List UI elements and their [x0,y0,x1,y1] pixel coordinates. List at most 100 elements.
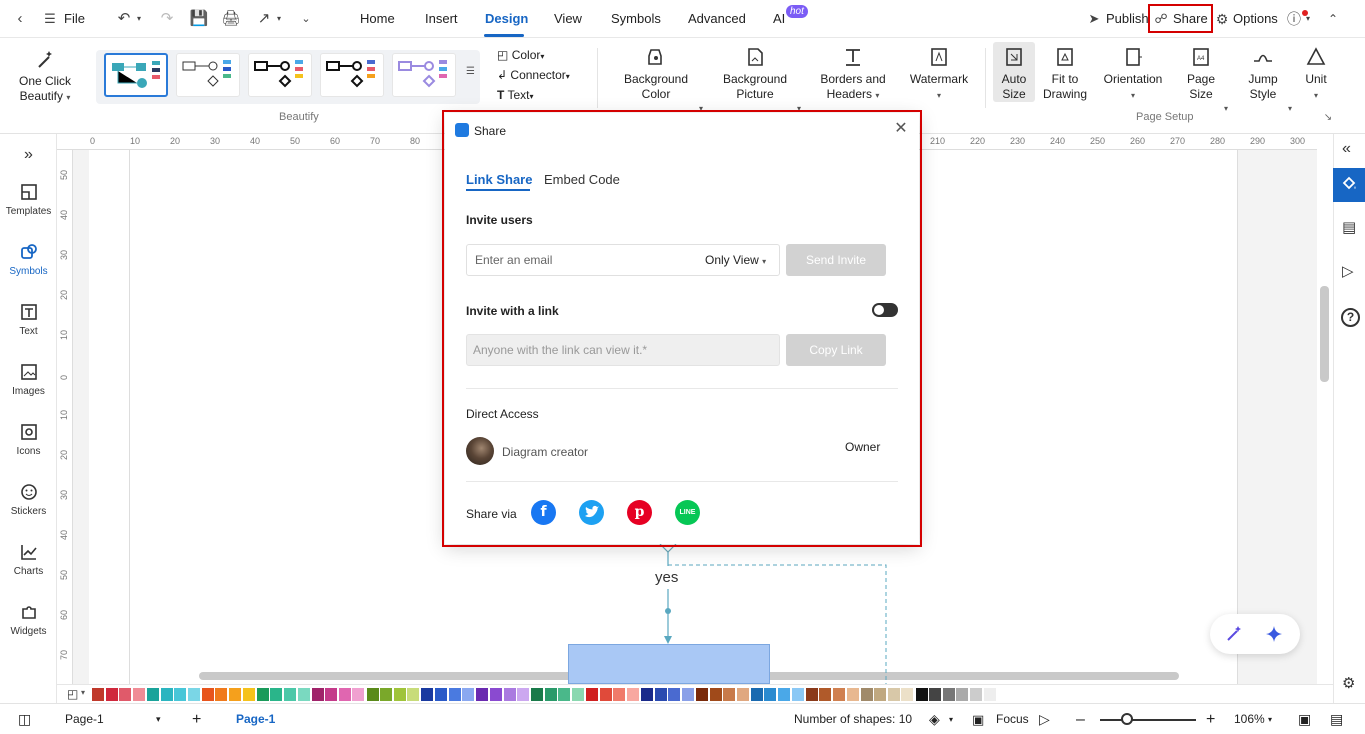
color-swatch[interactable] [586,688,599,701]
publish-button[interactable]: Publish [1106,0,1149,38]
color-swatch[interactable] [366,688,379,701]
print-icon[interactable]: 🖨 [220,0,242,38]
tab-symbols[interactable]: Symbols [611,0,661,38]
flowchart-yes-label[interactable]: yes [655,569,678,586]
page-properties-icon[interactable]: ▤ [1342,218,1356,236]
color-swatch[interactable] [599,688,612,701]
undo-dropdown-icon[interactable]: ▾ [134,0,144,38]
color-swatch[interactable] [270,688,283,701]
sidebar-item-text[interactable]: Text [0,302,57,337]
fill-dropdown-icon[interactable]: ▾ [81,688,85,697]
color-swatch[interactable] [984,688,996,701]
color-swatch[interactable] [187,688,200,701]
text-dropdown[interactable]: T Text▾ [497,86,534,104]
color-swatch[interactable] [736,688,749,701]
color-swatch[interactable] [613,688,626,701]
sidebar-item-widgets[interactable]: Widgets [0,602,57,637]
color-swatch[interactable] [325,688,338,701]
zoom-dropdown-icon[interactable]: ▾ [1268,704,1272,734]
tab-ai[interactable]: AI [773,0,785,38]
play-icon[interactable]: ▷ [1039,704,1050,734]
styles-more-icon[interactable]: ☰ [466,66,475,77]
page-tab-page-1[interactable]: Page-1 [236,704,275,734]
page-size-button[interactable]: A4 Page Size [1180,46,1222,102]
format-panel-tab[interactable] [1333,168,1365,202]
beautify-style-4[interactable] [320,53,384,97]
color-swatch[interactable] [531,688,544,701]
color-swatch[interactable] [352,688,365,701]
background-picture-button[interactable]: Background Picture [716,46,794,102]
sidebar-item-stickers[interactable]: Stickers [0,482,57,517]
color-swatch[interactable] [558,688,571,701]
color-swatch[interactable] [970,688,983,701]
color-swatch[interactable] [819,688,832,701]
color-swatch[interactable] [956,688,969,701]
color-swatch[interactable] [750,688,763,701]
ai-wand-icon[interactable] [1224,624,1244,644]
fill-color-icon[interactable]: ◰ [67,687,78,701]
focus-button[interactable]: Focus [996,704,1029,734]
tab-insert[interactable]: Insert [425,0,458,38]
tab-design[interactable]: Design [485,0,528,38]
back-icon[interactable]: ‹ [10,0,30,38]
connector-point[interactable] [665,608,671,614]
color-swatch[interactable] [544,688,557,701]
color-swatch[interactable] [929,688,942,701]
tab-advanced[interactable]: Advanced [688,0,746,38]
publish-icon[interactable]: ➤ [1085,0,1103,38]
ai-sparkle-icon[interactable] [1264,624,1284,644]
page-selector[interactable]: Page-1 [65,704,104,734]
color-swatch[interactable] [119,688,132,701]
help-icon[interactable]: ⓘ [1285,0,1303,38]
color-swatch[interactable] [242,688,255,701]
layers-dropdown-icon[interactable]: ▾ [949,704,953,734]
jump-style-button[interactable]: Jump Style [1242,46,1284,102]
color-swatch[interactable] [709,688,722,701]
orientation-button[interactable]: Orientation ▾ [1098,46,1168,103]
settings-gear-icon[interactable]: ⚙ [1342,674,1355,692]
layers-icon[interactable]: ◈ [929,704,940,734]
sidebar-item-icons[interactable]: Icons [0,422,57,457]
color-swatch[interactable] [887,688,900,701]
zoom-level[interactable]: 106% [1234,704,1265,734]
color-swatch[interactable] [160,688,173,701]
one-click-beautify-button[interactable]: One Click Beautify ▾ [12,48,78,105]
color-swatch[interactable] [407,688,420,701]
color-swatch[interactable] [489,688,502,701]
options-button[interactable]: Options [1233,0,1278,38]
color-swatch[interactable] [860,688,873,701]
color-dropdown[interactable]: ◰ Color▾ [497,46,544,64]
color-swatch[interactable] [517,688,530,701]
jump-style-dropdown-icon[interactable]: ▾ [1286,100,1294,116]
color-swatch[interactable] [846,688,859,701]
color-swatch[interactable] [146,688,159,701]
export-icon[interactable]: ↗ [254,0,274,38]
watermark-button[interactable]: Watermark ▾ [904,46,974,103]
gear-icon[interactable]: ⚙ [1213,0,1231,38]
color-swatch[interactable] [668,688,681,701]
color-swatch[interactable] [105,688,118,701]
color-swatch[interactable] [901,688,914,701]
connector-dropdown[interactable]: ↲ Connector▾ [497,66,570,84]
help-circle-icon[interactable]: ? [1341,308,1360,327]
export-dropdown-icon[interactable]: ▾ [274,0,284,38]
page-size-dropdown-icon[interactable]: ▾ [1222,100,1230,116]
color-swatch[interactable] [311,688,324,701]
color-swatch[interactable] [654,688,667,701]
color-swatch[interactable] [229,688,241,701]
color-swatch[interactable] [626,688,639,701]
color-swatch[interactable] [380,688,393,701]
file-menu[interactable]: File [64,0,85,38]
beautify-style-3[interactable] [248,53,312,97]
borders-headers-button[interactable]: Borders and Headers ▾ [815,46,891,103]
color-swatch[interactable] [132,688,145,701]
color-swatch[interactable] [283,688,296,701]
color-swatch[interactable] [723,688,736,701]
color-swatch[interactable] [256,688,269,701]
color-swatch[interactable] [915,688,928,701]
color-swatch[interactable] [92,688,104,701]
color-swatch[interactable] [942,688,955,701]
color-swatch[interactable] [641,688,653,701]
color-swatch[interactable] [791,688,804,701]
unit-button[interactable]: Unit ▾ [1300,46,1332,103]
